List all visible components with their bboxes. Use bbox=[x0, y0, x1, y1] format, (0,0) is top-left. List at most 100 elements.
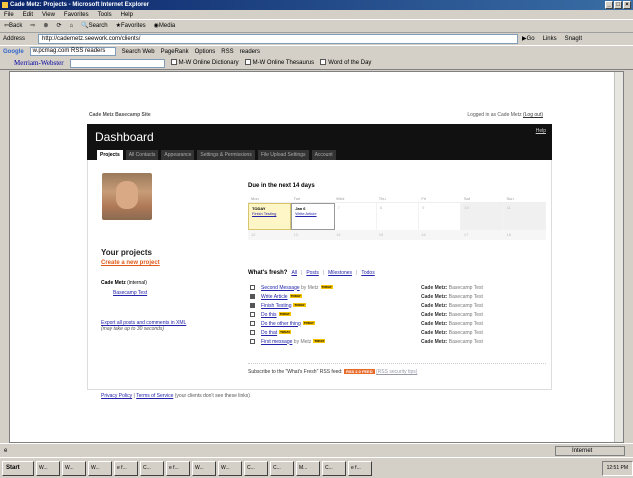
todo-icon bbox=[250, 330, 255, 335]
list-item: Do this TODAY Cade Metz: Basecamp Test bbox=[250, 310, 546, 319]
item-link[interactable]: Do that bbox=[261, 330, 277, 336]
taskbar-item[interactable]: C... bbox=[270, 460, 294, 476]
window-title-bar: Cade Metz: Projects - Microsoft Internet… bbox=[0, 0, 633, 10]
cal-item-write-article[interactable]: Write Article bbox=[295, 211, 316, 216]
tab-file-upload[interactable]: File Upload Settings bbox=[257, 150, 309, 160]
cal-day: Tue bbox=[293, 196, 301, 201]
logout-link[interactable]: (Log out) bbox=[523, 112, 543, 118]
taskbar-item[interactable]: e f... bbox=[348, 460, 372, 476]
cal-day: Sun bbox=[506, 196, 514, 201]
google-search-input[interactable]: w.pcmag.com RSS readers bbox=[29, 47, 116, 56]
cal-day: Wed bbox=[336, 196, 345, 201]
item-link[interactable]: Write Article bbox=[261, 294, 288, 300]
cal-today-cell: TODAY Finish Testing bbox=[248, 203, 292, 230]
privacy-link[interactable]: Privacy Policy bbox=[101, 393, 132, 399]
item-link[interactable]: Finish Testing bbox=[261, 303, 291, 309]
minimize-button[interactable]: _ bbox=[605, 1, 613, 9]
company-name: Cade Metz (internal) bbox=[101, 280, 147, 286]
tab-settings[interactable]: Settings & Permissions bbox=[197, 150, 255, 160]
taskbar-item[interactable]: W... bbox=[62, 460, 86, 476]
tab-bar: Projects All Contacts Appearance Setting… bbox=[87, 150, 552, 160]
menu-favorites[interactable]: Favorites bbox=[64, 10, 89, 19]
filter-posts[interactable]: Posts bbox=[306, 270, 319, 276]
stop-icon[interactable]: ⊗ bbox=[43, 20, 48, 32]
tab-appearance[interactable]: Appearance bbox=[161, 150, 195, 160]
menu-edit[interactable]: Edit bbox=[23, 10, 33, 19]
item-link[interactable]: Second Message bbox=[261, 285, 300, 291]
item-link[interactable]: First message bbox=[261, 339, 292, 345]
links-button[interactable]: Links bbox=[543, 33, 557, 45]
maximize-button[interactable]: □ bbox=[614, 1, 622, 9]
forward-button[interactable]: ⇨ bbox=[30, 20, 35, 32]
list-item: Second Message by Metz TODAY Cade Metz: Ba… bbox=[250, 283, 546, 292]
vertical-scrollbar[interactable] bbox=[614, 72, 623, 442]
cal-cell: 14 bbox=[336, 232, 341, 237]
standard-toolbar: ⇦Back ⇨ ⊗ ⟳ ⌂ 🔍Search ★Favorites ◉Media bbox=[0, 20, 633, 33]
terms-link[interactable]: Terms of Service bbox=[136, 393, 173, 399]
tab-account[interactable]: Account bbox=[311, 150, 336, 160]
mw-search-input[interactable] bbox=[69, 58, 165, 68]
refresh-icon[interactable]: ⟳ bbox=[56, 20, 61, 32]
dashboard-header: Dashboard Help bbox=[87, 124, 552, 150]
search-button[interactable]: 🔍Search bbox=[81, 20, 108, 32]
taskbar-item[interactable]: e f... bbox=[114, 460, 138, 476]
todo-icon bbox=[250, 312, 255, 317]
home-icon[interactable]: ⌂ bbox=[69, 20, 73, 32]
search-web-button[interactable]: Search Web bbox=[122, 46, 155, 58]
window-title: Cade Metz: Projects - Microsoft Internet… bbox=[10, 2, 150, 8]
list-item: Finish Testing TODAY Cade Metz: Basecamp T… bbox=[250, 301, 546, 310]
filter-milestones[interactable]: Milestones bbox=[328, 270, 352, 276]
taskbar-item[interactable]: C... bbox=[140, 460, 164, 476]
create-project-link[interactable]: Create a new project bbox=[101, 260, 160, 266]
address-input[interactable]: http://cademetz.seework.com/clients/ bbox=[38, 34, 518, 44]
close-button[interactable]: × bbox=[623, 1, 631, 9]
go-button[interactable]: ▶Go bbox=[522, 33, 535, 45]
mw-wotd-button[interactable]: Word of the Day bbox=[320, 57, 371, 70]
menu-file[interactable]: File bbox=[4, 10, 14, 19]
cal-item-finish-testing[interactable]: Finish Testing bbox=[252, 211, 276, 216]
taskbar-item[interactable]: W... bbox=[192, 460, 216, 476]
project-link-basecamp-test[interactable]: Basecamp Test bbox=[113, 290, 147, 296]
menu-tools[interactable]: Tools bbox=[98, 10, 112, 19]
cal-cell: 18 bbox=[506, 232, 511, 237]
tab-projects[interactable]: Projects bbox=[97, 150, 123, 160]
site-name: Cade Metz Basecamp Site bbox=[89, 112, 151, 118]
rss-tips-link[interactable]: (RSS security tips) bbox=[376, 369, 417, 375]
mw-thesaurus-option[interactable]: M-W Online Thesaurus bbox=[244, 57, 314, 70]
message-icon bbox=[250, 339, 255, 344]
cal-day: Fri bbox=[421, 196, 426, 201]
cal-jan6-cell: Jan 6 Write Article bbox=[291, 203, 335, 230]
filter-all[interactable]: All bbox=[291, 270, 297, 276]
cal-cell: 10 bbox=[461, 203, 504, 230]
taskbar-item[interactable]: C... bbox=[244, 460, 268, 476]
export-xml: Export all posts and comments in XML (ma… bbox=[101, 320, 211, 332]
cal-day: Thu bbox=[378, 196, 386, 201]
mw-toolbar: Merriam-Webster M-W Online Dictionary M-… bbox=[0, 57, 633, 70]
address-bar: Address http://cademetz.seework.com/clie… bbox=[0, 33, 633, 45]
user-photo bbox=[102, 173, 152, 220]
menu-help[interactable]: Help bbox=[121, 10, 133, 19]
taskbar-item[interactable]: W... bbox=[88, 460, 112, 476]
login-status: Logged in as Cade Metz (Log out) bbox=[467, 112, 543, 118]
snagit-button[interactable]: SnagIt bbox=[565, 33, 582, 45]
tab-all-contacts[interactable]: All Contacts bbox=[125, 150, 159, 160]
mw-dict-option[interactable]: M-W Online Dictionary bbox=[170, 57, 239, 70]
menu-view[interactable]: View bbox=[42, 10, 55, 19]
start-button[interactable]: Start bbox=[2, 460, 34, 476]
list-item: Write Article TODAY Cade Metz: Basecamp Te… bbox=[250, 292, 546, 301]
media-button[interactable]: ◉Media bbox=[154, 20, 176, 32]
favorites-button[interactable]: ★Favorites bbox=[116, 20, 146, 32]
back-button[interactable]: ⇦Back bbox=[4, 20, 22, 32]
milestone-icon bbox=[250, 294, 255, 299]
item-link[interactable]: Do this bbox=[261, 312, 277, 318]
taskbar-item[interactable]: M... bbox=[296, 460, 320, 476]
filter-todos[interactable]: Todos bbox=[361, 270, 374, 276]
browser-content: Cade Metz Basecamp Site Logged in as Cad… bbox=[9, 71, 624, 443]
taskbar-item[interactable]: C... bbox=[322, 460, 346, 476]
item-link[interactable]: Do the other thing bbox=[261, 321, 301, 327]
taskbar-item[interactable]: e f... bbox=[166, 460, 190, 476]
rss-feed-button[interactable]: RSS 2.0 FEED bbox=[343, 369, 375, 374]
taskbar-item[interactable]: W... bbox=[36, 460, 60, 476]
help-link[interactable]: Help bbox=[536, 124, 546, 138]
taskbar-item[interactable]: W... bbox=[218, 460, 242, 476]
